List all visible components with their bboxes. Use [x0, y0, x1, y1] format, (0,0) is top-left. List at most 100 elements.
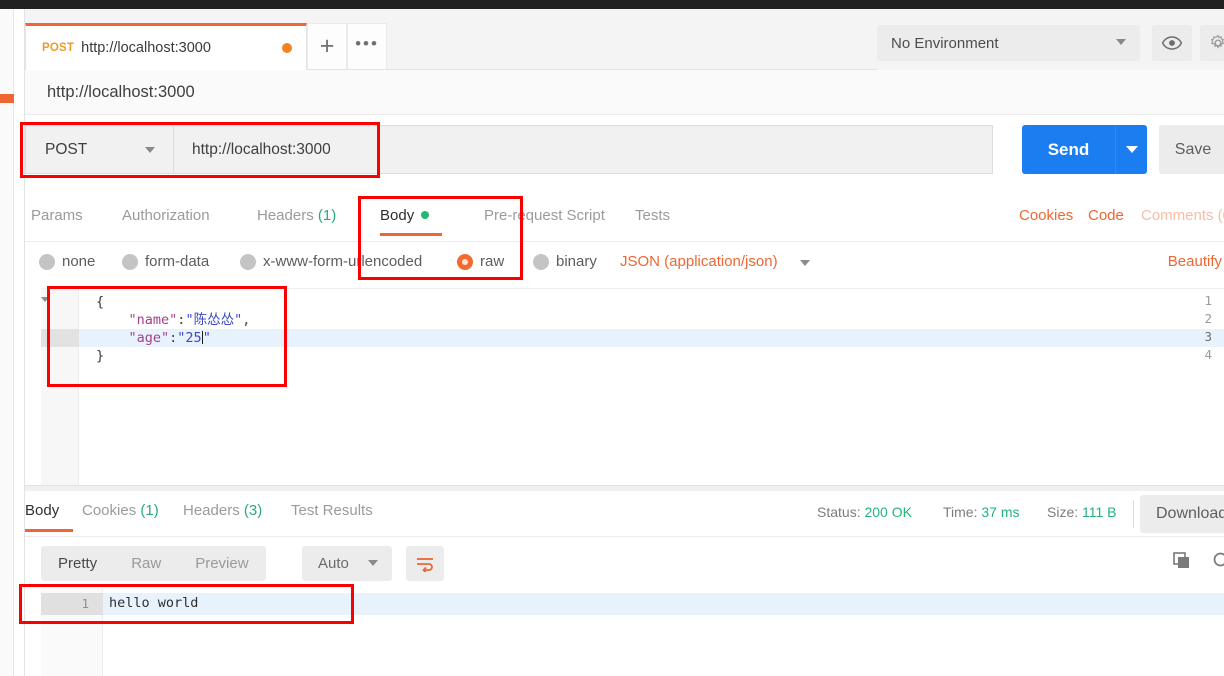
status-value: 200 OK [864, 504, 912, 520]
radio-binary-label[interactable]: binary [556, 253, 597, 270]
editor-line-2: "name":"陈怂怂", [96, 311, 251, 329]
tab-tests[interactable]: Tests [635, 207, 670, 224]
chevron-down-icon [368, 560, 378, 566]
link-comments[interactable]: Comments (0 [1141, 207, 1224, 224]
send-options-button[interactable] [1115, 125, 1147, 174]
chevron-down-icon [1125, 146, 1138, 153]
chevron-down-icon [145, 147, 155, 153]
link-code-label: Code [1088, 207, 1124, 224]
response-line-number: 1 [81, 596, 89, 611]
link-cookies[interactable]: Cookies [1019, 207, 1073, 224]
request-url-input[interactable]: http://localhost:3000 [173, 125, 993, 174]
radio-form-data-icon[interactable] [122, 254, 138, 270]
size-label: Size: [1047, 504, 1079, 520]
editor-token: , [242, 312, 251, 328]
radio-form-data-label[interactable]: form-data [145, 253, 209, 270]
editor-code[interactable]: { "name":"陈怂怂", "age":"25" } [96, 289, 250, 397]
tab-body[interactable]: Body [380, 207, 430, 224]
code-fold-toggle-icon[interactable] [41, 297, 49, 302]
new-tab-button[interactable]: + [307, 23, 347, 70]
response-toolbar: Pretty Raw Preview Auto [25, 537, 1224, 589]
editor-line-number: 1 [1204, 293, 1212, 308]
editor-token: "陈怂怂" [185, 312, 243, 328]
http-method-value: POST [45, 140, 88, 158]
radio-none-label[interactable]: none [62, 253, 95, 270]
request-body-editor[interactable]: 1 2 3 4 { "name":"陈怂怂", "age":"25" } [41, 288, 1224, 486]
send-button[interactable]: Send [1022, 125, 1115, 174]
request-url-value: http://localhost:3000 [192, 140, 331, 158]
size-value: 111 B [1082, 504, 1117, 520]
copy-button[interactable] [1172, 551, 1192, 571]
response-body-text: hello world [109, 595, 199, 611]
postman-window: POST http://localhost:3000 + ••• No Envi… [0, 0, 1224, 676]
request-tab-strip: POST http://localhost:3000 + ••• No Envi… [25, 9, 1224, 70]
tab-pre-request-script[interactable]: Pre-request Script [484, 207, 605, 224]
left-sidebar-panel [14, 9, 25, 676]
sidebar-active-marker [0, 94, 14, 103]
request-tab-active[interactable]: POST http://localhost:3000 [25, 23, 307, 70]
link-code[interactable]: Code [1088, 207, 1124, 224]
editor-line-number: 3 [1204, 329, 1212, 344]
editor-token: "age" [128, 330, 170, 346]
radio-x-www-form-urlencoded-label[interactable]: x-www-form-urlencoded [263, 253, 422, 270]
response-tab-test-results-label: Test Results [291, 502, 373, 519]
editor-line-4: } [96, 347, 104, 365]
time-value: 37 ms [981, 504, 1020, 520]
response-view-mode-group: Pretty Raw Preview [41, 546, 266, 581]
save-button[interactable]: Save [1159, 125, 1224, 174]
editor-line-1: { [96, 293, 104, 311]
environment-quick-look-button[interactable] [1152, 25, 1192, 61]
word-wrap-icon [417, 557, 433, 572]
view-mode-preview[interactable]: Preview [178, 546, 265, 581]
view-mode-pretty[interactable]: Pretty [41, 546, 114, 581]
tab-tests-label: Tests [635, 207, 671, 224]
tab-headers-count: (1) [317, 207, 337, 224]
tab-authorization[interactable]: Authorization [122, 207, 210, 224]
beautify-button[interactable]: Beautify [1168, 253, 1222, 270]
request-tab-method: POST [42, 42, 75, 54]
response-tab-cookies-count: (1) [140, 502, 159, 519]
editor-line-3: "age":"25" [96, 329, 211, 347]
copy-icon [1173, 552, 1189, 568]
radio-binary-icon[interactable] [533, 254, 549, 270]
view-mode-raw[interactable]: Raw [114, 546, 178, 581]
response-tab-test-results[interactable]: Test Results [291, 502, 373, 519]
editor-active-line-highlight [79, 329, 1224, 347]
response-tab-cookies-label: Cookies [82, 502, 137, 519]
chevron-down-icon [800, 260, 810, 266]
radio-raw-icon[interactable] [457, 254, 473, 270]
request-section-tabs: Params Authorization Headers (1) Body Pr… [25, 196, 1224, 242]
tab-options-button[interactable]: ••• [347, 23, 387, 70]
response-format-select[interactable]: Auto [302, 546, 392, 581]
response-tab-body-active-underline [25, 529, 73, 532]
word-wrap-button[interactable] [406, 546, 444, 581]
raw-format-select[interactable]: JSON (application/json) [620, 253, 778, 270]
editor-token: "25 [177, 330, 202, 346]
radio-none-icon[interactable] [39, 254, 55, 270]
radio-x-www-form-urlencoded-icon[interactable] [240, 254, 256, 270]
settings-button[interactable] [1200, 25, 1224, 61]
environment-bar: No Environment [877, 9, 1224, 70]
editor-token [96, 330, 129, 346]
environment-selector[interactable]: No Environment [877, 25, 1140, 61]
environment-selector-label: No Environment [891, 34, 999, 52]
status-label: Status: [817, 504, 861, 520]
download-button[interactable]: Download [1140, 495, 1224, 533]
response-tab-body-label: Body [25, 502, 60, 519]
left-sidebar-strip [0, 9, 14, 676]
toolbar-divider [1133, 500, 1134, 528]
http-method-select[interactable]: POST [25, 125, 173, 174]
time-label: Time: [943, 504, 978, 520]
response-tab-cookies[interactable]: Cookies (1) [82, 502, 159, 519]
link-comments-label: Comments (0 [1141, 207, 1224, 224]
window-titlebar [0, 0, 1224, 9]
tab-params[interactable]: Params [31, 207, 83, 224]
tab-headers[interactable]: Headers (1) [257, 207, 336, 224]
response-tab-body[interactable]: Body [25, 502, 59, 519]
response-tab-headers[interactable]: Headers (3) [183, 502, 262, 519]
radio-raw-label[interactable]: raw [480, 253, 504, 270]
body-present-icon [421, 211, 430, 219]
response-body-viewer[interactable]: 1 hello world [25, 589, 1224, 676]
search-button[interactable] [1212, 551, 1224, 571]
tab-authorization-label: Authorization [122, 207, 210, 224]
